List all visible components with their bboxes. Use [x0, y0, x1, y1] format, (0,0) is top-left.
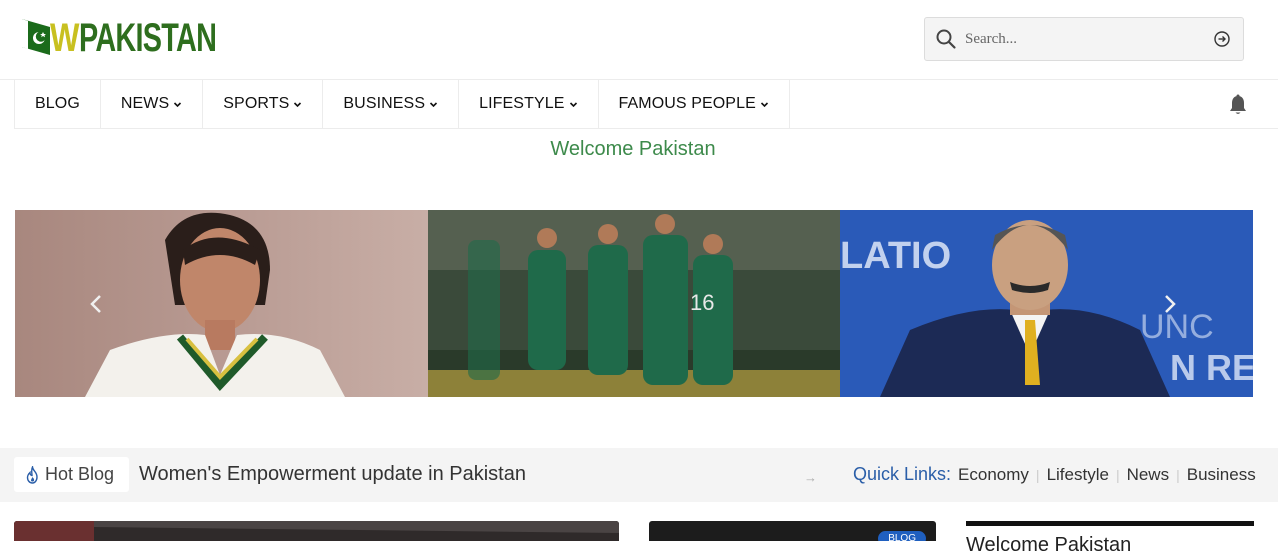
featured-slider: 16 LATIO UNC N RE	[15, 210, 1253, 397]
quick-links: Quick Links: Economy | Lifestyle | News …	[853, 464, 1256, 485]
arrow-right-icon: →	[804, 470, 817, 485]
nav-item-label: SPORTS	[223, 95, 290, 112]
svg-text:16: 16	[690, 290, 714, 315]
separator: |	[1035, 466, 1040, 483]
ticker-headline-link[interactable]: Women's Empowerment update in Pakistan	[139, 463, 526, 486]
chevron-down-icon	[569, 101, 577, 107]
separator: |	[1115, 466, 1120, 483]
pakistan-flag-icon	[22, 19, 50, 57]
logo-letter-w: W	[50, 15, 79, 60]
svg-text:N RE: N RE	[1170, 347, 1253, 388]
chevron-down-icon	[760, 101, 768, 107]
search-icon	[936, 29, 956, 49]
welcome-heading: Welcome Pakistan	[550, 138, 716, 160]
slide-cricket-team[interactable]: 16	[427, 210, 841, 397]
featured-post-card[interactable]	[14, 521, 619, 541]
nav-item-label: NEWS	[120, 95, 170, 112]
nav-item-lifestyle[interactable]: LIFESTYLE	[458, 80, 597, 128]
widget-title: Welcome Pakistan	[966, 534, 1132, 556]
main-nav: BLOG NEWS SPORTS BUSINESS LIFESTYLE FAMO…	[14, 80, 1278, 129]
slider-prev-icon[interactable]	[88, 292, 104, 316]
nav-item-label: FAMOUS PEOPLE	[618, 95, 756, 112]
hot-blog-label: Hot Blog	[45, 464, 115, 484]
nav-item-business[interactable]: BUSINESS	[322, 80, 458, 128]
slider-next-icon[interactable]	[1162, 292, 1178, 316]
nav-item-sports[interactable]: SPORTS	[202, 80, 322, 128]
separator: |	[1176, 466, 1180, 483]
search-input[interactable]	[965, 30, 1195, 48]
chevron-down-icon	[294, 101, 302, 107]
search-box	[924, 17, 1244, 61]
nav-item-label: BUSINESS	[343, 95, 426, 112]
hot-blog-badge: Hot Blog	[14, 457, 129, 492]
slide-politician-speaking[interactable]: LATIO UNC N RE	[840, 210, 1253, 397]
sidebar-widget: Welcome Pakistan	[966, 521, 1254, 556]
logo-text: PAKISTAN	[78, 15, 217, 60]
quick-link-economy[interactable]: Economy	[958, 465, 1029, 485]
flame-icon	[26, 465, 38, 484]
nav-item-famous-people[interactable]: FAMOUS PEOPLE	[597, 80, 790, 128]
notification-bell-icon[interactable]	[1228, 94, 1248, 116]
nav-item-blog[interactable]: BLOG	[14, 80, 100, 128]
blog-post-card[interactable]: BLOG	[649, 521, 936, 541]
chevron-down-icon	[430, 101, 438, 107]
svg-text:LATIO: LATIO	[840, 235, 951, 277]
slide-cricketer-portrait[interactable]	[15, 210, 428, 397]
search-submit-icon[interactable]	[1213, 30, 1231, 48]
site-header: W PAKISTAN	[0, 0, 1278, 80]
nav-item-label: BLOG	[35, 95, 80, 112]
nav-item-label: LIFESTYLE	[479, 95, 565, 112]
quick-link-business[interactable]: Business	[1187, 465, 1256, 485]
quick-link-news[interactable]: News	[1127, 465, 1170, 485]
site-logo[interactable]: W PAKISTAN	[22, 14, 269, 62]
quick-link-lifestyle[interactable]: Lifestyle	[1047, 465, 1109, 485]
nav-item-news[interactable]: NEWS	[99, 80, 202, 128]
chevron-down-icon	[174, 101, 182, 107]
category-badge[interactable]: BLOG	[878, 531, 926, 541]
quick-links-label: Quick Links:	[853, 464, 952, 484]
hot-blog-ticker: Hot Blog Women's Empowerment update in P…	[0, 448, 1278, 502]
